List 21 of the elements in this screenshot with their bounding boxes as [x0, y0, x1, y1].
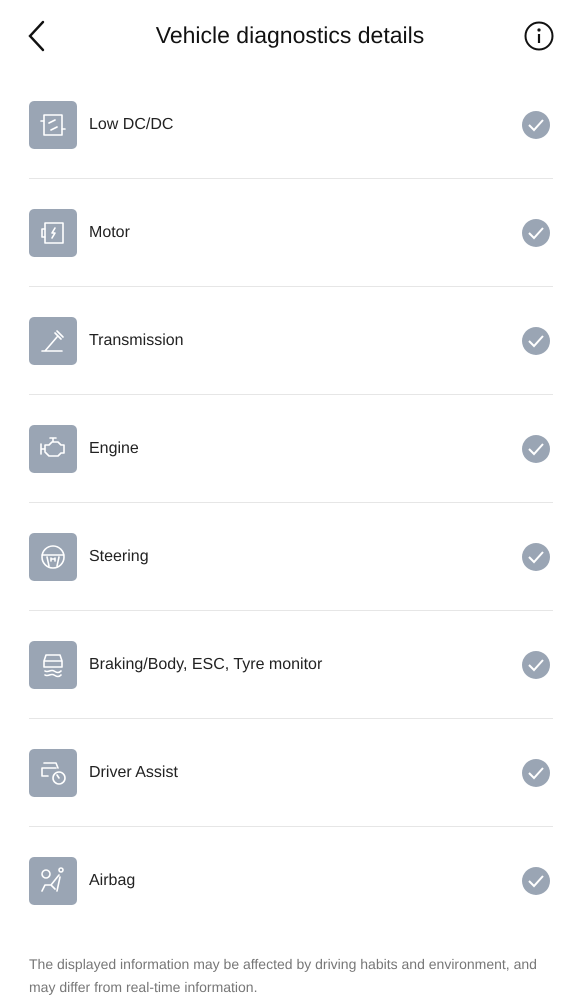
car-gauge-icon: [29, 748, 77, 796]
item-label: Low DC/DC: [89, 114, 174, 134]
item-label: Engine: [89, 438, 140, 458]
skidding-car-icon: [29, 640, 77, 688]
disclaimer-text: The displayed information may be affected by driving habits and environment, and may differ from real-time information.: [28, 955, 538, 997]
info-icon: [524, 20, 554, 50]
seated-person-icon: [29, 857, 77, 905]
dc-converter-icon: [29, 100, 77, 148]
item-label: Braking/Body, ESC, Tyre monitor: [89, 654, 324, 674]
info-button[interactable]: [524, 20, 554, 50]
engine-icon: [29, 424, 77, 472]
page-title: Vehicle diagnostics details: [156, 21, 424, 50]
back-icon: [28, 20, 46, 52]
steering-wheel-icon: [29, 532, 77, 580]
gear-lever-icon: [29, 316, 77, 364]
item-label: Motor: [89, 222, 131, 242]
item-label: Steering: [89, 546, 150, 566]
item-label: Airbag: [89, 871, 136, 891]
item-label: Transmission: [89, 330, 185, 350]
motor-icon: [29, 208, 77, 256]
item-label: Driver Assist: [89, 762, 179, 782]
